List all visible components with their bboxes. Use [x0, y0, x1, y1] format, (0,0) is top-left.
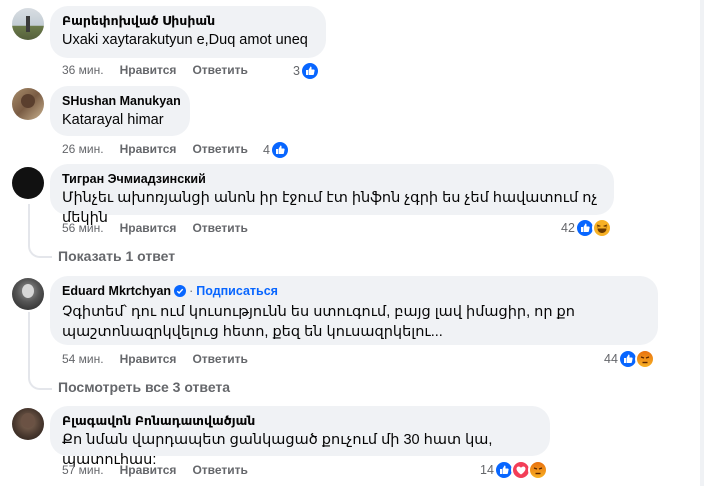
- show-replies-link[interactable]: Показать 1 ответ: [58, 248, 175, 264]
- comment-author[interactable]: Eduard Mkrtchyan: [62, 284, 171, 298]
- comment-time[interactable]: 36 мин.: [62, 63, 104, 77]
- thread-connector: [28, 368, 52, 390]
- avatar[interactable]: [12, 8, 44, 40]
- like-button[interactable]: Нравится: [120, 221, 177, 235]
- angry-icon: [634, 349, 655, 369]
- comment-text-line: Չգիտեմ՝ դու ում կուսությունն ես ստուգում…: [62, 304, 575, 320]
- comment-bubble: Eduard Mkrtchyan · Подписаться Չգիտեմ՝ դու…: [50, 276, 658, 345]
- reaction-count: 42: [561, 221, 575, 235]
- avatar-figure: [21, 94, 35, 108]
- avatar[interactable]: [12, 278, 44, 310]
- comment-time[interactable]: 26 мин.: [62, 142, 104, 156]
- comment-author[interactable]: SHushan Manukyan: [62, 93, 181, 109]
- comment-time[interactable]: 56 мин.: [62, 221, 104, 235]
- scrollbar[interactable]: [700, 0, 704, 486]
- avatar[interactable]: [12, 167, 44, 199]
- reaction-count: 3: [293, 64, 300, 78]
- comment-bubble: SHushan Manukyan Katarayal himar: [50, 86, 190, 136]
- reply-button[interactable]: Ответить: [192, 352, 247, 366]
- like-button[interactable]: Нравится: [120, 142, 177, 156]
- avatar-figure: [22, 284, 34, 298]
- comment-text: Katarayal himar: [62, 112, 164, 128]
- comment-actions: 26 мин. Нравится Ответить: [62, 142, 264, 156]
- reply-button[interactable]: Ответить: [192, 463, 247, 477]
- comment-actions: 54 мин. Нравится Ответить: [62, 352, 264, 366]
- reaction-summary[interactable]: 4: [263, 140, 290, 160]
- follow-button[interactable]: Подписаться: [196, 284, 278, 298]
- reaction-count: 14: [480, 463, 494, 477]
- comment-actions: 57 мин. Нравится Ответить: [62, 463, 264, 477]
- comment-author[interactable]: Բլագավոն Բոնադատվածյան: [62, 413, 538, 429]
- comment-text: Uxaki xaytarakutyun e,Duq amot uneq: [62, 32, 308, 48]
- thread-connector: [28, 236, 52, 258]
- comment-time[interactable]: 57 мин.: [62, 463, 104, 477]
- comment-author[interactable]: Բարեփոխված Սիսիան: [62, 13, 314, 29]
- avatar[interactable]: [12, 408, 44, 440]
- comment-text-line: պաշտոնազրկվելուց հետո, քեզ են կուսազրկել…: [62, 324, 443, 340]
- reply-button[interactable]: Ответить: [192, 221, 247, 235]
- reaction-summary[interactable]: 14: [480, 460, 548, 480]
- comment-bubble: Բարեփոխված Սիսիան Uxaki xaytarakutyun e,…: [50, 6, 326, 58]
- comment-bubble: Тигран Эчмиадзинский Մինչեւ ախոռյանցի ան…: [50, 164, 614, 226]
- haha-icon: [591, 218, 612, 238]
- reaction-summary[interactable]: 42: [561, 218, 612, 238]
- like-icon: [299, 61, 320, 81]
- reply-button[interactable]: Ответить: [192, 142, 247, 156]
- reaction-summary[interactable]: 44: [604, 349, 655, 369]
- angry-icon: [527, 460, 548, 480]
- comment-text: Չգիտեմ՝ դու ում կուսությունն ես ստուգում…: [62, 302, 646, 342]
- like-icon: [269, 140, 290, 160]
- comment-author-row: Eduard Mkrtchyan · Подписаться: [62, 283, 646, 301]
- comment-actions: 56 мин. Нравится Ответить: [62, 221, 264, 235]
- verified-badge-icon: [174, 285, 187, 301]
- show-replies-link[interactable]: Посмотреть все 3 ответа: [58, 379, 230, 395]
- comment-actions: 36 мин. Нравится Ответить: [62, 63, 264, 77]
- comment-author[interactable]: Тигран Эчмиадзинский: [62, 171, 602, 187]
- thread-line: [28, 312, 30, 376]
- avatar-figure: [26, 16, 30, 32]
- reply-button[interactable]: Ответить: [192, 63, 247, 77]
- like-button[interactable]: Нравится: [120, 352, 177, 366]
- avatar[interactable]: [12, 88, 44, 120]
- reaction-count: 4: [263, 143, 270, 157]
- like-button[interactable]: Нравится: [120, 63, 177, 77]
- comment-time[interactable]: 54 мин.: [62, 352, 104, 366]
- comment-bubble: Բլագավոն Բոնադատվածյան Քո նման վարդապետ …: [50, 406, 550, 468]
- avatar-figure: [21, 413, 35, 428]
- separator: ·: [189, 284, 194, 298]
- reaction-summary[interactable]: 3: [293, 61, 320, 81]
- like-button[interactable]: Нравится: [120, 463, 177, 477]
- reaction-count: 44: [604, 352, 618, 366]
